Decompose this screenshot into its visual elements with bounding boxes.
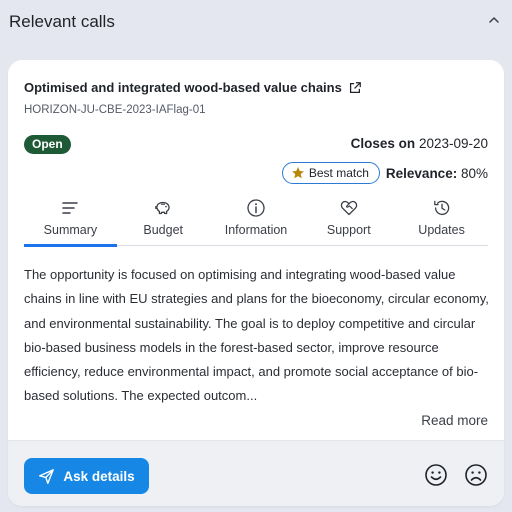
- closing-date: Closes on 2023-09-20: [351, 136, 488, 151]
- ask-details-label: Ask details: [63, 468, 135, 484]
- detail-tabs: Summary Budget Information Support Updat…: [24, 196, 488, 247]
- match-row: Best match Relevance: 80%: [281, 162, 488, 184]
- card-footer: Ask details: [8, 440, 504, 506]
- tab-budget[interactable]: Budget: [117, 196, 210, 245]
- smile-feedback-icon[interactable]: [424, 463, 448, 487]
- star-icon: [291, 167, 304, 179]
- support-heart-icon: [340, 200, 358, 216]
- relevance-score: Relevance: 80%: [386, 166, 488, 181]
- send-icon: [39, 468, 55, 484]
- tab-label: Support: [326, 223, 371, 237]
- tab-updates[interactable]: Updates: [395, 196, 488, 245]
- read-more-link[interactable]: Read more: [421, 413, 488, 428]
- piggy-bank-icon: [155, 201, 170, 215]
- tab-label: Summary: [43, 223, 98, 237]
- call-card: Optimised and integrated wood-based valu…: [8, 60, 504, 506]
- tab-label: Updates: [418, 223, 465, 237]
- call-identifier: HORIZON-JU-CBE-2023-IAFlag-01: [24, 104, 206, 116]
- panel-header: Relevant calls: [0, 0, 512, 46]
- best-match-label: Best match: [308, 166, 369, 180]
- summary-icon: [62, 202, 79, 214]
- chevron-up-icon[interactable]: [486, 12, 502, 28]
- call-title[interactable]: Optimised and integrated wood-based valu…: [24, 80, 362, 95]
- closes-label: Closes on: [350, 136, 416, 151]
- external-link-icon[interactable]: [348, 81, 362, 95]
- tab-summary[interactable]: Summary: [24, 196, 117, 247]
- tab-support[interactable]: Support: [302, 196, 395, 245]
- panel-title: Relevant calls: [9, 12, 115, 31]
- status-badge: Open: [24, 135, 71, 154]
- tab-information[interactable]: Information: [210, 196, 303, 245]
- best-match-badge: Best match: [281, 162, 380, 184]
- relevance-value: 80%: [460, 165, 488, 181]
- ask-details-button[interactable]: Ask details: [24, 458, 149, 494]
- summary-text: The opportunity is focused on optimising…: [24, 267, 489, 404]
- closes-date: 2023-09-20: [418, 136, 488, 151]
- info-icon: [247, 199, 265, 217]
- call-title-text[interactable]: Optimised and integrated wood-based valu…: [24, 80, 342, 95]
- tab-label: Information: [224, 223, 288, 237]
- frown-feedback-icon[interactable]: [464, 463, 488, 487]
- relevance-label: Relevance:: [385, 165, 458, 181]
- history-icon: [433, 200, 449, 216]
- tab-label: Budget: [143, 223, 183, 237]
